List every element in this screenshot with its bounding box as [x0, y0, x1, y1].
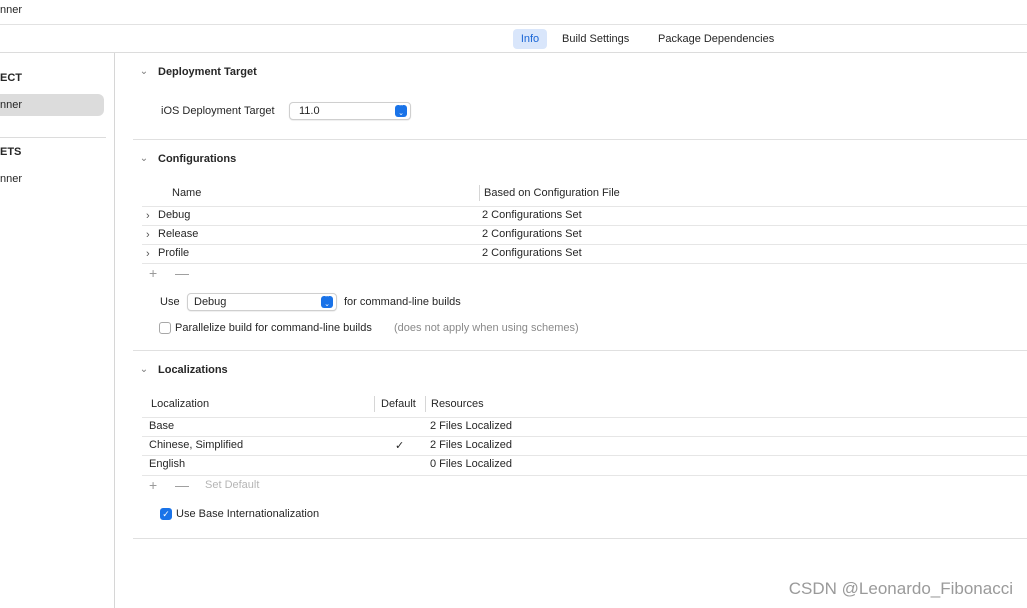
loc-row-name[interactable]: Base [149, 420, 174, 432]
base-internationalization-label[interactable]: Use Base Internationalization [176, 508, 319, 520]
row-divider [142, 417, 1027, 418]
column-divider [374, 396, 375, 412]
config-row-name[interactable]: Debug [158, 209, 190, 221]
ios-deployment-target-label: iOS Deployment Target [161, 105, 275, 117]
remove-localization-button[interactable]: — [175, 478, 189, 492]
loc-row-resources[interactable]: 0 Files Localized [430, 458, 512, 470]
loc-column-localization[interactable]: Localization [151, 398, 209, 410]
ios-deployment-target-value: 11.0 [299, 105, 320, 117]
add-localization-button[interactable]: + [149, 478, 157, 492]
config-row-name[interactable]: Release [158, 228, 198, 240]
row-divider [142, 455, 1027, 456]
watermark: CSDN @Leonardo_Fibonacci [788, 579, 1013, 598]
disclosure-chevron-right-icon[interactable]: › [146, 248, 150, 260]
parallelize-label[interactable]: Parallelize build for command-line build… [175, 322, 372, 334]
config-row-file[interactable]: 2 Configurations Set [482, 247, 582, 259]
use-suffix-label: for command-line builds [344, 296, 461, 308]
ios-deployment-target-popup[interactable]: 11.0 ⌃ ⌄ [289, 102, 411, 120]
sidebar-targets-header: ETS [0, 146, 22, 158]
config-column-file[interactable]: Based on Configuration File [484, 187, 620, 199]
top-bar: nner Info Build Settings Package Depende… [0, 0, 1027, 53]
checkmark-icon: ✓ [395, 440, 405, 452]
loc-column-default[interactable]: Default [381, 398, 416, 410]
config-row-file[interactable]: 2 Configurations Set [482, 228, 582, 240]
sidebar-project-header: ECT [0, 72, 22, 84]
row-divider [142, 475, 1027, 476]
sidebar-item-project[interactable]: nner [0, 99, 22, 111]
column-divider [479, 185, 480, 201]
command-line-config-popup[interactable]: Debug ⌃ ⌄ [187, 293, 337, 311]
config-row-name[interactable]: Profile [158, 247, 189, 259]
command-line-config-value: Debug [194, 296, 227, 308]
loc-row-name[interactable]: English [149, 458, 185, 470]
popup-chevron-icon: ⌃ ⌄ [321, 295, 333, 308]
row-divider [142, 244, 1027, 245]
disclosure-chevron-right-icon[interactable]: › [146, 229, 150, 241]
section-divider [133, 538, 1027, 539]
deployment-collapse-chevron-icon[interactable]: ⌄ [138, 66, 150, 78]
loc-row-name[interactable]: Chinese, Simplified [149, 439, 243, 451]
remove-configuration-button[interactable]: — [175, 266, 189, 280]
config-row-file[interactable]: 2 Configurations Set [482, 209, 582, 221]
loc-column-resources[interactable]: Resources [431, 398, 484, 410]
configurations-collapse-chevron-icon[interactable]: ⌄ [138, 153, 150, 165]
sidebar-divider [0, 137, 106, 138]
section-divider [133, 350, 1027, 351]
row-divider [142, 263, 1027, 264]
row-divider [142, 206, 1027, 207]
parallelize-note: (does not apply when using schemes) [394, 322, 579, 334]
tab-build-settings[interactable]: Build Settings [562, 29, 629, 49]
deployment-section-title: Deployment Target [158, 66, 257, 78]
disclosure-chevron-right-icon[interactable]: › [146, 210, 150, 222]
sidebar-item-target[interactable]: nner [0, 173, 22, 185]
set-default-button[interactable]: Set Default [205, 479, 259, 491]
column-divider [425, 396, 426, 412]
section-divider [133, 139, 1027, 140]
parallelize-checkbox[interactable] [159, 322, 171, 334]
loc-row-resources[interactable]: 2 Files Localized [430, 439, 512, 451]
localizations-collapse-chevron-icon[interactable]: ⌄ [138, 364, 150, 376]
row-divider [142, 225, 1027, 226]
configurations-section-title: Configurations [158, 153, 237, 165]
add-configuration-button[interactable]: + [149, 266, 157, 280]
base-internationalization-checkbox[interactable]: ✓ [160, 508, 172, 520]
tab-info[interactable]: Info [513, 29, 547, 49]
loc-row-resources[interactable]: 2 Files Localized [430, 420, 512, 432]
localizations-section-title: Localizations [158, 364, 228, 376]
use-label: Use [160, 296, 180, 308]
tab-package-dependencies[interactable]: Package Dependencies [658, 29, 774, 49]
top-divider [0, 24, 1027, 25]
row-divider [142, 436, 1027, 437]
window-title: nner [0, 4, 23, 16]
popup-chevron-icon: ⌃ ⌄ [395, 104, 407, 117]
config-column-name[interactable]: Name [172, 187, 201, 199]
